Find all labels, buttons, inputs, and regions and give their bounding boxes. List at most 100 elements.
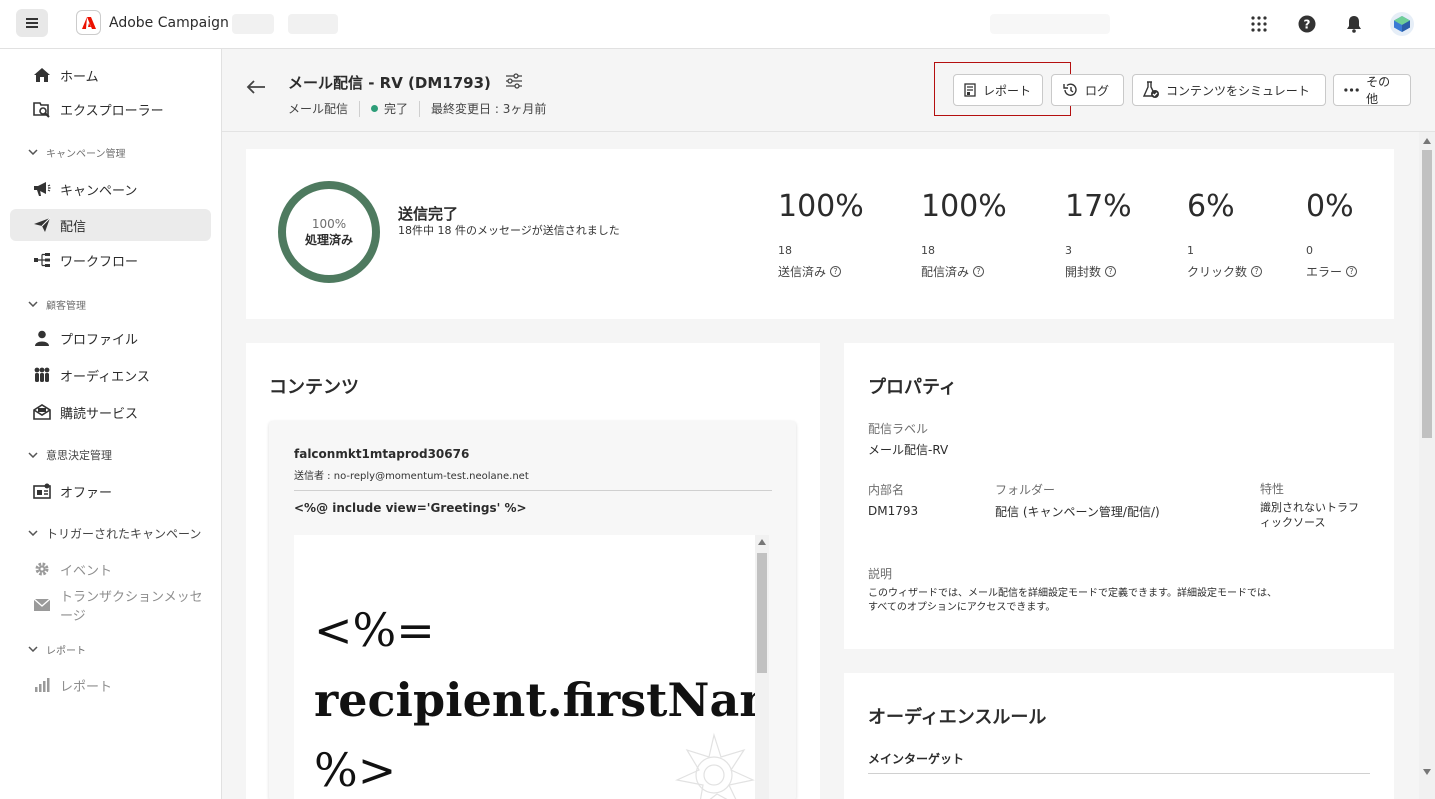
report-icon [964, 83, 976, 97]
scroll-up-icon[interactable] [758, 539, 766, 545]
sidebar-item-label: プロファイル [60, 332, 139, 348]
sidebar-item-audiences[interactable]: オーディエンス [10, 359, 211, 391]
sidebar-item-workflow[interactable]: ワークフロー [10, 244, 211, 276]
top-bar: Adobe Campaign ? [0, 0, 1435, 49]
sidebar-item-label: オファー [60, 485, 113, 501]
page-header: メール配信 - RV (DM1793) メール配信 完了 最終変更日 : 3ヶ月… [222, 49, 1435, 132]
sidebar-item-transactional-messages[interactable]: トランザクションメッセージ [10, 589, 211, 624]
decorative-ornament-icon [675, 732, 755, 799]
sidebar-item-explorer[interactable]: エクスプローラー [10, 93, 211, 125]
help-circle-icon[interactable]: ? [830, 266, 842, 277]
internal-name-title: 内部名 [868, 483, 905, 497]
email-body-preview[interactable]: <%= recipient.firstNam %> [294, 535, 769, 799]
simulate-content-button[interactable]: コンテンツをシミュレート [1132, 74, 1326, 106]
description-line: このウィザードでは、メール配信を詳細設定モードで定義できます。詳細設定モードでは… [868, 588, 1277, 599]
delivery-label-title: 配信ラベル [868, 422, 929, 436]
email-subject: <%@ include view='Greetings' %> [294, 501, 527, 515]
sidebar-item-label: ワークフロー [60, 254, 139, 270]
section-label: 顧客管理 [46, 300, 86, 312]
internal-name-value: DM1793 [868, 504, 919, 518]
stat-count: 1 [1187, 244, 1194, 257]
stat-name-row: 開封数? [1065, 263, 1132, 280]
sidebar-item-events[interactable]: イベント [10, 553, 211, 585]
more-button[interactable]: その他 [1333, 74, 1411, 106]
section-triggered-campaigns[interactable]: トリガーされたキャンペーン [28, 524, 201, 542]
section-decision-management[interactable]: 意思決定管理 [28, 446, 112, 464]
sidebar-item-label: トランザクションメッセージ [60, 590, 203, 624]
folder-title: フォルダー [995, 483, 1056, 497]
scrollbar-thumb[interactable] [1422, 150, 1432, 438]
stat-name-row: 送信済み? [778, 263, 864, 280]
sidebar-item-delivery[interactable]: 配信 [10, 209, 211, 241]
send-icon [33, 216, 51, 234]
help-circle-icon[interactable]: ? [1346, 266, 1358, 277]
section-reports[interactable]: レポート [28, 640, 86, 658]
chevron-down-icon [28, 149, 38, 155]
scrollbar-thumb[interactable] [757, 553, 767, 673]
section-customer-management[interactable]: 顧客管理 [28, 295, 86, 313]
stat-delivered: 100% 18 配信済み? [921, 189, 1007, 280]
sidebar-item-subscriptions[interactable]: 購読サービス [10, 396, 211, 428]
sidebar-item-label: イベント [60, 563, 113, 579]
help-circle-icon[interactable]: ? [1105, 266, 1117, 277]
more-button-label: その他 [1366, 75, 1391, 106]
sidebar-item-reports[interactable]: レポート [10, 669, 211, 701]
sidebar: ホーム エクスプローラー キャンペーン管理 キャンペーン 配信 ワークフロー 顧… [0, 49, 222, 799]
scroll-up-icon[interactable] [1423, 138, 1431, 144]
stat-name: 開封数 [1065, 265, 1102, 279]
subscription-icon [33, 403, 51, 421]
main-scrollbar[interactable] [1419, 132, 1435, 799]
divider [359, 100, 361, 117]
sidebar-item-profiles[interactable]: プロファイル [10, 322, 211, 354]
sender-address: 送信者 : no-reply@momentum-test.neolane.net [294, 471, 529, 482]
chevron-down-icon [28, 452, 38, 458]
sidebar-item-label: 購読サービス [60, 406, 139, 422]
log-button[interactable]: ログ [1051, 74, 1124, 106]
stat-name-row: エラー? [1306, 263, 1358, 280]
bell-icon[interactable] [1342, 12, 1366, 36]
content-title: コンテンツ [269, 377, 359, 398]
menu-button[interactable] [16, 9, 48, 37]
report-button-label: レポート [983, 83, 1032, 98]
sidebar-item-offers[interactable]: オファー [10, 475, 211, 507]
help-circle-icon[interactable]: ? [1251, 266, 1263, 277]
sender-name: falconmkt1mtaprod30676 [294, 447, 470, 461]
preview-scrollbar[interactable] [755, 535, 769, 799]
report-button[interactable]: レポート [953, 74, 1043, 106]
last-modified: 最終変更日 : 3ヶ月前 [431, 102, 547, 116]
stat-opens: 17% 3 開封数? [1065, 189, 1132, 280]
scroll-down-icon[interactable] [1423, 769, 1431, 775]
divider [419, 100, 421, 117]
apps-grid-icon[interactable] [1247, 12, 1271, 36]
audience-rules-card: オーディエンスルール メインターゲット [844, 673, 1394, 799]
sent-status-title: 送信完了 [398, 205, 459, 223]
chevron-down-icon [28, 301, 38, 307]
stat-clicks: 6% 1 クリック数? [1187, 189, 1263, 280]
divider [294, 490, 772, 491]
sidebar-item-home[interactable]: ホーム [10, 59, 211, 91]
sidebar-item-campaign[interactable]: キャンペーン [10, 173, 211, 205]
brand[interactable]: Adobe Campaign [76, 10, 229, 35]
chevron-down-icon [28, 530, 38, 536]
section-label: キャンペーン管理 [46, 148, 126, 160]
back-arrow-icon[interactable] [246, 79, 266, 99]
sent-status-subtitle: 18件中 18 件のメッセージが送信されました [398, 224, 620, 237]
settings-sliders-icon[interactable] [505, 72, 523, 93]
avatar[interactable] [1390, 12, 1414, 36]
progress-percent: 100% [311, 216, 347, 231]
svg-text:?: ? [1304, 18, 1311, 32]
divider [868, 773, 1370, 774]
megaphone-icon [33, 180, 51, 198]
email-preview-card[interactable]: falconmkt1mtaprod30676 送信者 : no-reply@mo… [269, 421, 796, 799]
sidebar-item-label: キャンペーン [60, 183, 138, 199]
sidebar-item-label: ホーム [60, 69, 99, 85]
help-icon[interactable]: ? [1295, 12, 1319, 36]
log-button-label: ログ [1085, 83, 1110, 98]
stat-value: 17% [1065, 189, 1132, 224]
section-label: トリガーされたキャンペーン [46, 526, 202, 541]
audience-icon [33, 366, 51, 384]
explorer-icon [33, 100, 51, 118]
section-campaign-management[interactable]: キャンペーン管理 [28, 143, 126, 161]
help-circle-icon[interactable]: ? [973, 266, 985, 277]
description-title: 説明 [868, 567, 893, 581]
